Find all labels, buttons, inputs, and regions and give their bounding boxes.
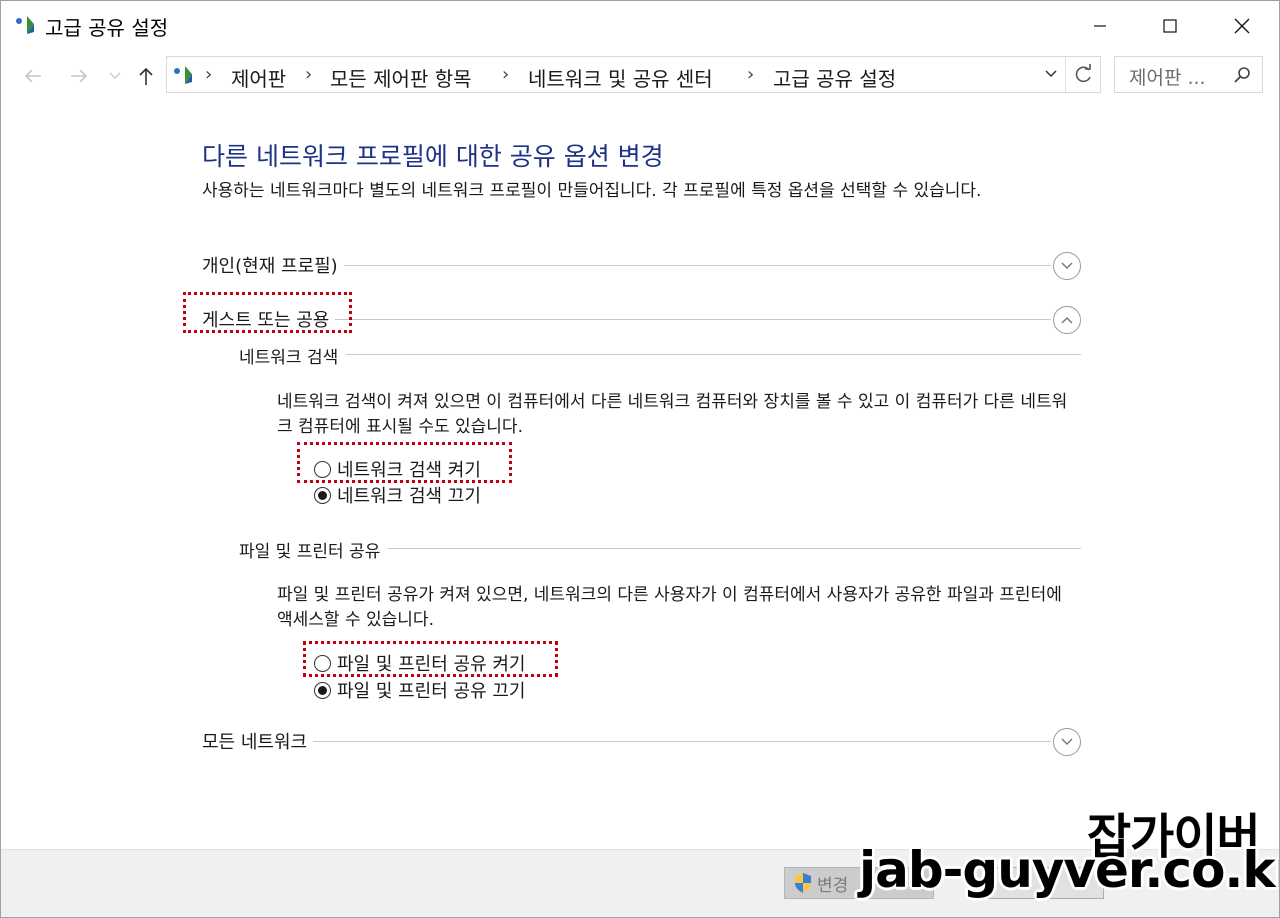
highlight-guest-profile bbox=[183, 292, 352, 333]
window: 고급 공유 설정 › 제어판 › 모든 제어판 항목 › 네트워크 및 공유 센… bbox=[0, 0, 1280, 918]
watermark-url: jab-guyver.co.kr bbox=[859, 841, 1280, 899]
highlight-network-discovery-on bbox=[297, 442, 512, 483]
arrow-right-icon bbox=[71, 69, 88, 83]
breadcrumb-item-advanced-sharing[interactable]: 고급 공유 설정 bbox=[773, 63, 896, 92]
expand-private-button[interactable] bbox=[1053, 252, 1081, 280]
shield-icon bbox=[795, 873, 811, 893]
forward-button[interactable] bbox=[67, 63, 91, 89]
search-icon bbox=[1234, 67, 1250, 83]
highlight-file-sharing-on bbox=[303, 641, 558, 677]
maximize-button[interactable] bbox=[1134, 1, 1206, 51]
minimize-button[interactable] bbox=[1064, 1, 1136, 51]
breadcrumb-separator: › bbox=[305, 64, 313, 85]
chevron-down-icon bbox=[1061, 738, 1073, 745]
radio-selected[interactable] bbox=[314, 681, 331, 699]
search-placeholder: 제어판 ... bbox=[1129, 67, 1206, 89]
network-location-icon bbox=[174, 66, 192, 84]
expand-all-button[interactable] bbox=[1053, 728, 1081, 756]
network-discovery-title: 네트워크 검색 bbox=[239, 343, 347, 368]
radio-label: 네트워크 검색 끄기 bbox=[337, 486, 481, 507]
profile-private-header[interactable]: 개인(현재 프로필) bbox=[202, 252, 344, 278]
arrow-up-icon bbox=[139, 67, 153, 85]
chevron-down-icon bbox=[1061, 262, 1073, 269]
network-discovery-text: 네트워크 검색이 켜져 있으면 이 컴퓨터에서 다른 네트워크 컴퓨터와 장치를… bbox=[277, 392, 1068, 437]
window-title: 고급 공유 설정 bbox=[45, 16, 169, 40]
address-divider bbox=[1065, 57, 1066, 92]
title-bar: 고급 공유 설정 bbox=[1, 1, 1279, 51]
breadcrumb-item-network-center[interactable]: 네트워크 및 공유 센터 bbox=[528, 63, 713, 92]
recent-pages-button[interactable] bbox=[107, 63, 123, 89]
file-printer-sharing-text: 파일 및 프린터 공유가 켜져 있으면, 네트워크의 다른 사용자가 이 컴퓨터… bbox=[277, 585, 1062, 630]
maximize-icon bbox=[1163, 19, 1177, 33]
chevron-down-icon[interactable] bbox=[1044, 66, 1058, 82]
up-button[interactable] bbox=[135, 63, 157, 89]
file-printer-sharing-title: 파일 및 프린터 공유 bbox=[239, 537, 389, 562]
network-discovery-off-option[interactable]: 네트워크 검색 끄기 bbox=[314, 483, 481, 507]
network-app-icon bbox=[16, 16, 34, 34]
breadcrumb-item-all-items[interactable]: 모든 제어판 항목 bbox=[330, 63, 472, 92]
radio-label: 파일 및 프린터 공유 끄기 bbox=[337, 681, 526, 702]
radio-selected[interactable] bbox=[314, 486, 331, 504]
collapse-guest-button[interactable] bbox=[1053, 306, 1081, 334]
refresh-icon[interactable] bbox=[1072, 64, 1094, 86]
breadcrumb-separator: › bbox=[502, 64, 510, 85]
page-description: 사용하는 네트워크마다 별도의 네트워크 프로필이 만들어집니다. 각 프로필에… bbox=[202, 181, 982, 201]
profile-all-header[interactable]: 모든 네트워크 bbox=[202, 728, 314, 754]
section-divider bbox=[202, 741, 1051, 742]
minimize-icon bbox=[1094, 25, 1106, 27]
address-bar[interactable]: › 제어판 › 모든 제어판 항목 › 네트워크 및 공유 센터 › 고급 공유… bbox=[166, 56, 1101, 93]
close-button[interactable] bbox=[1206, 1, 1278, 51]
chevron-up-icon bbox=[1061, 317, 1073, 324]
chevron-down-icon bbox=[109, 72, 121, 79]
subsection-divider bbox=[239, 354, 1081, 355]
breadcrumb-item-control-panel[interactable]: 제어판 bbox=[231, 63, 286, 92]
page-title: 다른 네트워크 프로필에 대한 공유 옵션 변경 bbox=[202, 142, 664, 171]
back-button[interactable] bbox=[21, 63, 45, 89]
search-input[interactable]: 제어판 ... bbox=[1114, 56, 1263, 93]
save-changes-label: 변경 bbox=[817, 875, 849, 896]
arrow-left-icon bbox=[24, 69, 41, 83]
breadcrumb-separator: › bbox=[205, 64, 213, 85]
close-icon bbox=[1234, 18, 1250, 34]
breadcrumb-separator: › bbox=[747, 64, 755, 85]
file-sharing-off-option[interactable]: 파일 및 프린터 공유 끄기 bbox=[314, 678, 526, 702]
